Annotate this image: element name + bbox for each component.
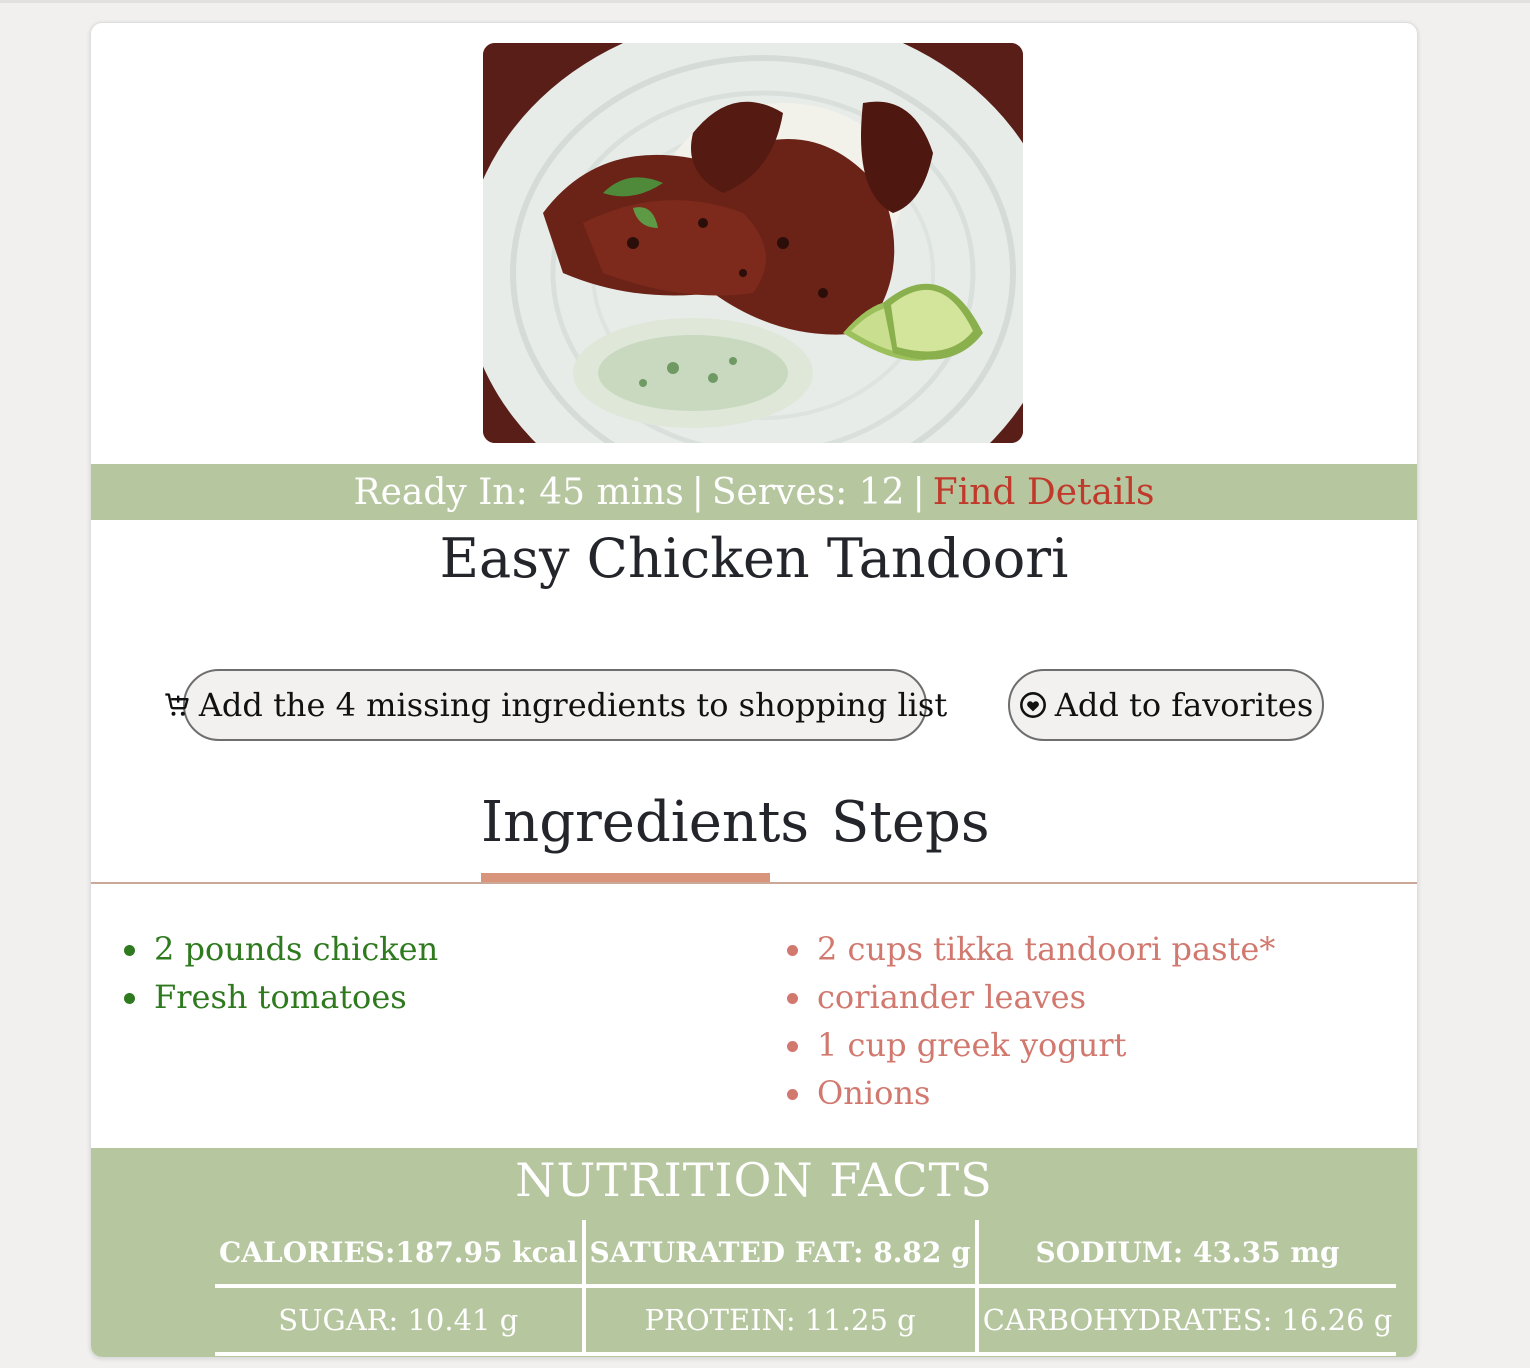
nutrition-facts-panel: NUTRITION FACTS CALORIES:187.95 kcal SAT… [91, 1148, 1417, 1357]
active-tab-indicator [481, 873, 770, 882]
cart-add-icon [163, 691, 191, 719]
missing-ingredients-list: 2 cups tikka tandoori paste* coriander l… [787, 925, 1275, 1117]
tab-ingredients[interactable]: Ingredients [481, 783, 809, 863]
nutrition-sodium: SODIUM: 43.35 mg [976, 1220, 1397, 1288]
recipe-info-bar: Ready In: 45 mins | Serves: 12 | Find Detail… [91, 464, 1417, 520]
ready-in-label: Ready In: [353, 472, 528, 513]
heart-circle-icon [1019, 691, 1047, 719]
missing-ingredient-item: 1 cup greek yogurt [787, 1021, 1275, 1069]
nutrition-saturated-fat: SATURATED FAT: 8.82 g [583, 1220, 979, 1288]
nutrition-title: NUTRITION FACTS [515, 1153, 993, 1207]
ingredient-item: Fresh tomatoes [124, 973, 438, 1021]
nutrition-row: SUGAR: 10.41 g PROTEIN: 11.25 g CARBOHYD… [215, 1286, 1397, 1356]
add-to-favorites-label: Add to favorites [1054, 686, 1314, 724]
serves-label: Serves: [711, 472, 848, 513]
tab-divider [91, 882, 1417, 884]
nutrition-table: CALORIES:187.95 kcal SATURATED FAT: 8.82… [215, 1220, 1397, 1356]
add-to-shopping-list-label: Add the 4 missing ingredients to shoppin… [198, 686, 948, 724]
nutrition-sugar: SUGAR: 10.41 g [215, 1286, 586, 1356]
ready-in-value: 45 mins [539, 472, 684, 513]
recipe-photo [483, 43, 1023, 443]
owned-ingredients-list: 2 pounds chicken Fresh tomatoes [124, 925, 438, 1021]
ingredient-item: 2 pounds chicken [124, 925, 438, 973]
add-to-shopping-list-button[interactable]: Add the 4 missing ingredients to shoppin… [165, 669, 947, 741]
missing-ingredient-item: 2 cups tikka tandoori paste* [787, 925, 1275, 973]
add-to-favorites-button[interactable]: Add to favorites [1008, 669, 1324, 741]
missing-ingredient-item: Onions [787, 1069, 1275, 1117]
browser-top-border [0, 0, 1530, 3]
find-details-link[interactable]: Find Details [933, 472, 1155, 513]
info-separator: | [691, 472, 704, 513]
nutrition-row: CALORIES:187.95 kcal SATURATED FAT: 8.82… [215, 1220, 1397, 1288]
recipe-card: Ready In: 45 mins | Serves: 12 | Find Detail… [90, 22, 1418, 1358]
missing-ingredient-item: coriander leaves [787, 973, 1275, 1021]
recipe-title: Easy Chicken Tandoori [439, 527, 1069, 590]
nutrition-carbohydrates: CARBOHYDRATES: 16.26 g [976, 1286, 1397, 1356]
recipe-photo-illustration [483, 43, 1023, 443]
serves-value: 12 [858, 472, 905, 513]
nutrition-protein: PROTEIN: 11.25 g [583, 1286, 979, 1356]
tab-steps[interactable]: Steps [831, 783, 990, 863]
nutrition-calories: CALORIES:187.95 kcal [215, 1220, 586, 1288]
info-separator: | [912, 472, 925, 513]
